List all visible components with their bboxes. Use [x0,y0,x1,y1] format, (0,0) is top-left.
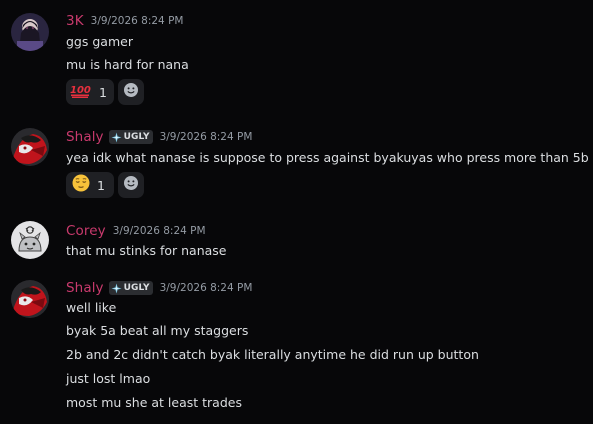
message-text: yea idk what nanase is suppose to press … [66,150,589,165]
message-header: Shaly UGLY 3/9/2026 8:24 PM [66,128,252,146]
add-reaction-button[interactable] [118,79,144,105]
username[interactable]: Shaly [66,280,104,296]
username[interactable]: Shaly [66,129,104,145]
message-text: that mu stinks for nanase [66,243,227,258]
smile-icon [123,175,139,195]
avatar[interactable] [11,221,49,259]
reaction-button[interactable]: 100 1 [66,79,114,105]
message-header: Shaly UGLY 3/9/2026 8:24 PM [66,279,252,297]
message-text: byak 5a beat all my staggers [66,323,249,338]
avatar[interactable] [11,128,49,166]
timestamp: 3/9/2026 8:24 PM [90,15,184,27]
guild-tag[interactable]: UGLY [108,281,153,295]
timestamp: 3/9/2026 8:24 PM [112,225,206,237]
message-text: just lost lmao [66,371,151,386]
guild-tag-label: UGLY [123,132,150,142]
message-text: mu is hard for nana [66,57,189,72]
message-text: 2b and 2c didn't catch byak literally an… [66,347,479,362]
svg-text:100: 100 [70,85,91,96]
chat-messages: 3K 3/9/2026 8:24 PM ggs gamer mu is hard… [0,0,593,424]
avatar[interactable] [11,13,49,51]
timestamp: 3/9/2026 8:24 PM [159,282,253,294]
guild-tag[interactable]: UGLY [108,130,153,144]
message-text: well like [66,300,117,315]
username[interactable]: 3K [66,13,84,29]
sparkle-icon [111,132,122,142]
message-text: most mu she at least trades [66,395,242,410]
reaction-count: 1 [99,84,107,100]
username[interactable]: Corey [66,223,106,239]
timestamp: 3/9/2026 8:24 PM [159,131,253,143]
sparkle-icon [111,283,122,293]
message-text: ggs gamer [66,34,133,49]
100-emoji-icon: 100 [70,82,92,102]
message-header: Corey 3/9/2026 8:24 PM [66,222,206,240]
reaction-button[interactable]: 1 [66,172,114,198]
avatar[interactable] [11,280,49,318]
add-reaction-button[interactable] [118,172,144,198]
reaction-count: 1 [97,177,105,193]
message-header: 3K 3/9/2026 8:24 PM [66,12,183,30]
smile-icon [123,82,139,102]
guild-tag-label: UGLY [123,283,150,293]
relieved-face-emoji-icon [72,174,90,196]
